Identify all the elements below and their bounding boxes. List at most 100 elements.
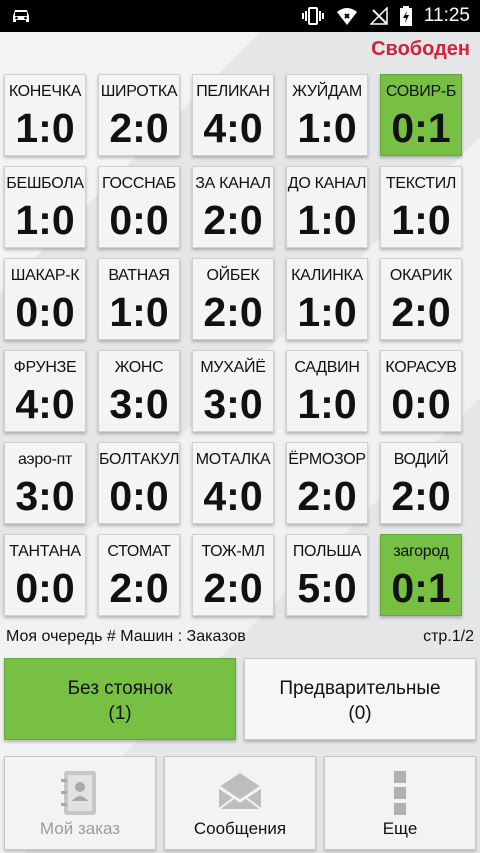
no-stand-count: (1)	[108, 703, 132, 724]
stand-score: 1:0	[297, 289, 357, 335]
stand-tile[interactable]: ДО КАНАЛ 1:0	[286, 166, 368, 248]
stand-score: 2:0	[203, 565, 263, 611]
stand-tile[interactable]: ОЙБЕК 2:0	[192, 258, 274, 340]
stand-name: МУХАЙЁ	[200, 359, 266, 376]
queue-label: Моя очередь # Машин : Заказов	[6, 628, 246, 645]
stand-score: 2:0	[109, 565, 169, 611]
messages-button[interactable]: Сообщения	[164, 756, 316, 850]
stand-tile[interactable]: ВОДИЙ 2:0	[380, 442, 462, 524]
stand-score: 0:1	[391, 565, 451, 611]
battery-charging-icon	[399, 6, 412, 26]
stand-name: САДВИН	[294, 359, 360, 376]
stand-score: 1:0	[297, 105, 357, 151]
stand-score: 0:0	[391, 381, 451, 427]
preliminary-label: Предварительные	[279, 678, 441, 699]
stand-tile[interactable]: ШИРОТКА 2:0	[98, 74, 180, 156]
stand-tile[interactable]: ТАНТАНА 0:0	[4, 534, 86, 616]
preliminary-count: (0)	[348, 703, 372, 724]
stand-tile[interactable]: ТЕКСТИЛ 1:0	[380, 166, 462, 248]
stand-tile[interactable]: МОТАЛКА 4:0	[192, 442, 274, 524]
stand-tile[interactable]: ГОССНАБ 0:0	[98, 166, 180, 248]
stand-tile[interactable]: КАЛИНКА 1:0	[286, 258, 368, 340]
stand-tile[interactable]: аэро-пт 3:0	[4, 442, 86, 524]
stand-tile[interactable]: КОРАСУВ 0:0	[380, 350, 462, 432]
driver-status[interactable]: Свободен	[371, 38, 470, 61]
stand-name: БЕШБОЛА	[6, 175, 84, 192]
stand-score: 1:0	[15, 105, 75, 151]
stand-score: 5:0	[297, 565, 357, 611]
stand-name: СОВИР-Б	[385, 83, 457, 100]
stand-name: ШИРОТКА	[100, 83, 178, 100]
stand-score: 1:0	[391, 197, 451, 243]
stand-name: ФРУНЗЕ	[13, 359, 77, 376]
stand-tile[interactable]: МУХАЙЁ 3:0	[192, 350, 274, 432]
stand-score: 4:0	[15, 381, 75, 427]
stand-tile[interactable]: КОНЕЧКА 1:0	[4, 74, 86, 156]
stand-tile[interactable]: СОВИР-Б 0:1	[380, 74, 462, 156]
messages-label: Сообщения	[193, 819, 287, 838]
stand-score: 1:0	[297, 197, 357, 243]
stand-name: ВАТНАЯ	[108, 267, 170, 284]
stand-score: 2:0	[203, 197, 263, 243]
stand-score: 2:0	[297, 473, 357, 519]
stand-score: 4:0	[203, 105, 263, 151]
no-signal-icon	[369, 7, 388, 25]
envelope-icon	[218, 773, 262, 810]
stand-score: 1:0	[15, 197, 75, 243]
stand-tile[interactable]: загород 0:1	[380, 534, 462, 616]
my-order-label: Мой заказ	[39, 819, 121, 838]
my-order-button[interactable]: Мой заказ	[4, 756, 156, 850]
stand-tile[interactable]: СТОМАТ 2:0	[98, 534, 180, 616]
stand-name: ТАНТАНА	[9, 543, 81, 560]
stand-tile[interactable]: ПЕЛИКАН 4:0	[192, 74, 274, 156]
stand-tile[interactable]: ТОЖ-МЛ 2:0	[192, 534, 274, 616]
preliminary-button[interactable]: Предварительные (0)	[244, 658, 476, 740]
stand-name: ВОДИЙ	[393, 451, 449, 468]
stand-name: ГОССНАБ	[102, 175, 176, 192]
stand-name: СТОМАТ	[107, 543, 171, 560]
stand-score: 3:0	[203, 381, 263, 427]
stand-tile[interactable]: ЖОНС 3:0	[98, 350, 180, 432]
stand-name: аэро-пт	[17, 451, 73, 468]
no-stand-button[interactable]: Без стоянок (1)	[4, 658, 236, 740]
stand-score: 2:0	[203, 289, 263, 335]
page-indicator: стр.1/2	[423, 628, 474, 645]
stand-name: МОТАЛКА	[195, 451, 271, 468]
stand-name: КОНЕЧКА	[8, 83, 82, 100]
clock: 11:25	[423, 5, 470, 26]
stand-score: 2:0	[109, 105, 169, 151]
stand-score: 4:0	[203, 473, 263, 519]
stand-name: ПОЛЬША	[292, 543, 362, 560]
stand-tile[interactable]: ФРУНЗЕ 4:0	[4, 350, 86, 432]
stand-tile[interactable]: САДВИН 1:0	[286, 350, 368, 432]
stand-score: 0:0	[109, 197, 169, 243]
stand-name: ОЙБЕК	[206, 267, 260, 284]
stand-tile[interactable]: ШАКАР-К 0:0	[4, 258, 86, 340]
stand-score: 2:0	[391, 289, 451, 335]
stand-tile[interactable]: ПОЛЬША 5:0	[286, 534, 368, 616]
stand-tile[interactable]: ЁРМОЗОР 2:0	[286, 442, 368, 524]
stand-name: ЁРМОЗОР	[288, 451, 366, 468]
stand-tile[interactable]: ЖУЙДАМ 1:0	[286, 74, 368, 156]
stand-name: КОРАСУВ	[385, 359, 457, 376]
stand-tile[interactable]: ОКАРИК 2:0	[380, 258, 462, 340]
status-bar: 11:25	[0, 0, 480, 32]
no-stand-label: Без стоянок	[67, 678, 173, 699]
stand-name: ЗА КАНАЛ	[195, 175, 271, 192]
stand-score: 0:0	[15, 289, 75, 335]
stand-tile[interactable]: ВАТНАЯ 1:0	[98, 258, 180, 340]
stand-tile[interactable]: БЕШБОЛА 1:0	[4, 166, 86, 248]
stand-name: ОКАРИК	[389, 267, 453, 284]
stand-tile[interactable]: ЗА КАНАЛ 2:0	[192, 166, 274, 248]
stand-name: загород	[393, 543, 449, 560]
more-label: Еще	[382, 819, 418, 838]
stand-score: 1:0	[109, 289, 169, 335]
stand-score: 0:1	[391, 105, 451, 151]
stand-score: 0:0	[15, 565, 75, 611]
stand-score: 2:0	[391, 473, 451, 519]
contacts-book-icon	[61, 771, 96, 815]
more-button[interactable]: Еще	[324, 756, 476, 850]
stand-name: ДО КАНАЛ	[287, 175, 367, 192]
stand-name: ТОЖ-МЛ	[201, 543, 265, 560]
stand-tile[interactable]: БОЛТАКУЛ 0:0	[98, 442, 180, 524]
